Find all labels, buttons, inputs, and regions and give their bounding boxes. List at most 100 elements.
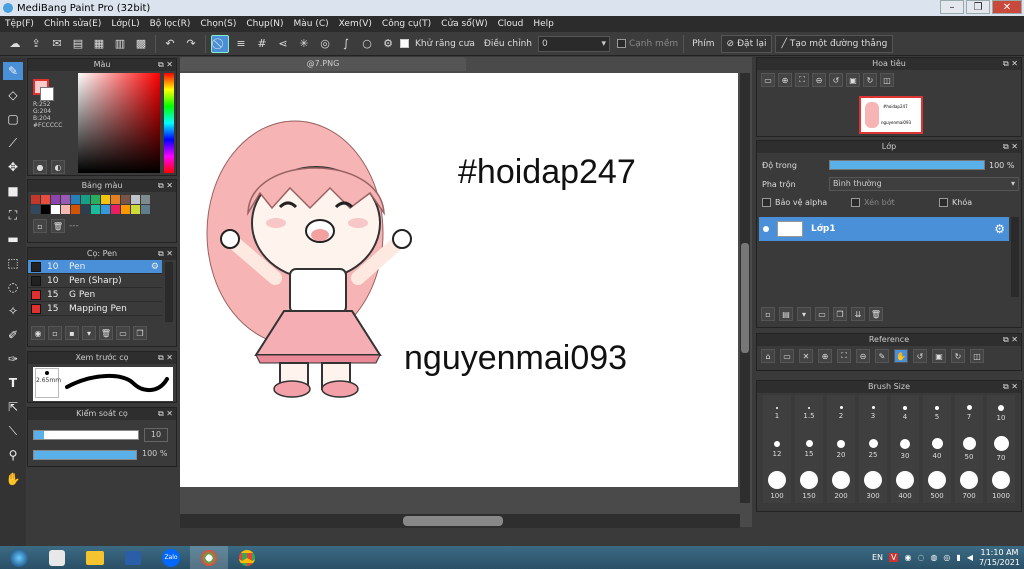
- rotate-right-icon[interactable]: ↻: [951, 349, 965, 363]
- palette-swatch[interactable]: [131, 195, 140, 204]
- explorer-icon[interactable]: [76, 546, 114, 569]
- palette-swatch[interactable]: [101, 205, 110, 214]
- nav-fit-icon[interactable]: ▭: [761, 73, 775, 87]
- palette-swatch[interactable]: [31, 205, 40, 214]
- share-icon[interactable]: ⇪: [27, 35, 45, 53]
- open-folder-icon[interactable]: ▭: [780, 349, 794, 363]
- palette-swatch[interactable]: [111, 205, 120, 214]
- brush-list-scrollbar[interactable]: [165, 262, 173, 322]
- cloud-icon[interactable]: ☁: [6, 35, 24, 53]
- adjust-select[interactable]: 0 ▾: [537, 35, 610, 52]
- brush-size-cell[interactable]: 2: [827, 395, 855, 431]
- menu-item[interactable]: Help: [528, 19, 559, 29]
- palette-swatch[interactable]: [101, 195, 110, 204]
- menu-item[interactable]: Cloud: [493, 19, 529, 29]
- new-palette-icon[interactable]: ▫: [33, 219, 47, 233]
- palette-swatch[interactable]: [91, 195, 100, 204]
- delete-palette-icon[interactable]: 🗑: [51, 219, 65, 233]
- palette-swatch[interactable]: [41, 195, 50, 204]
- zoom-in-icon[interactable]: ⊕: [818, 349, 832, 363]
- cross-snap-icon[interactable]: #: [253, 35, 271, 53]
- background-color-swatch[interactable]: [40, 87, 54, 101]
- fit-screen-icon[interactable]: ⛶: [837, 349, 851, 363]
- menu-item[interactable]: Cửa sổ(W): [436, 19, 492, 29]
- zoom-out-icon[interactable]: ⊖: [856, 349, 870, 363]
- menu-item[interactable]: Chọn(S): [195, 19, 241, 29]
- select-pen-icon[interactable]: ✐: [3, 326, 23, 344]
- note-icon[interactable]: ▦: [90, 35, 108, 53]
- brush-size-cell[interactable]: 10: [987, 395, 1015, 431]
- palette-swatch[interactable]: [141, 205, 150, 214]
- edge-checkbox[interactable]: [616, 39, 626, 48]
- volume-icon[interactable]: ◀: [967, 553, 973, 562]
- opacity-slider[interactable]: [33, 450, 137, 460]
- brush-size-cell[interactable]: 12: [763, 431, 791, 467]
- eraser-tool-icon[interactable]: ◇: [3, 86, 23, 104]
- blur-tool-icon[interactable]: ⟋: [3, 134, 23, 152]
- operation-tool-icon[interactable]: ⇱: [3, 398, 23, 416]
- brush-size-cell[interactable]: 200: [827, 467, 855, 503]
- select-tool-icon[interactable]: ⬚: [3, 254, 23, 272]
- menu-item[interactable]: Chỉnh sửa(E): [39, 19, 106, 29]
- menu-item[interactable]: Chụp(N): [241, 19, 288, 29]
- parallel-snap-icon[interactable]: ≡: [232, 35, 250, 53]
- brush-size-cell[interactable]: 1.5: [795, 395, 823, 431]
- brush-duplicate-icon[interactable]: ❐: [133, 326, 147, 340]
- brush-size-cell[interactable]: 7: [955, 395, 983, 431]
- panel-controls[interactable]: ⧉ ✕: [1003, 334, 1018, 346]
- panel-controls[interactable]: ⧉ ✕: [158, 248, 173, 260]
- panel-controls[interactable]: ⧉ ✕: [1003, 141, 1018, 153]
- panel-controls[interactable]: ⧉ ✕: [158, 408, 173, 420]
- magic-wand-icon[interactable]: ✧: [3, 302, 23, 320]
- saturation-value-picker[interactable]: [78, 73, 160, 173]
- rotate-left-icon[interactable]: ↺: [829, 73, 843, 87]
- eye-icon[interactable]: [763, 226, 769, 232]
- palette-swatch[interactable]: [31, 195, 40, 204]
- blend-select[interactable]: Bình thường ▾: [829, 177, 1019, 191]
- comment-icon[interactable]: ✉: [48, 35, 66, 53]
- brush-size-cell[interactable]: 25: [859, 431, 887, 467]
- brush-size-cell[interactable]: 1: [763, 395, 791, 431]
- layer-opacity-slider[interactable]: [829, 160, 985, 170]
- brush-add-icon[interactable]: ▪: [65, 326, 79, 340]
- vertical-scrollbar[interactable]: [740, 73, 750, 503]
- brush-size-cell[interactable]: 400: [891, 467, 919, 503]
- palette-swatch[interactable]: [131, 205, 140, 214]
- circle-snap-icon[interactable]: ◎: [316, 35, 334, 53]
- brush-size-cell[interactable]: 300: [859, 467, 887, 503]
- antialias-checkbox[interactable]: [400, 39, 409, 48]
- delete-layer-icon[interactable]: 🗑: [869, 307, 883, 321]
- navigator-thumbnail[interactable]: #hoidap247 nguyenmai093: [859, 96, 923, 134]
- reset-button[interactable]: ⊘ Đặt lại: [720, 34, 773, 53]
- flip-icon[interactable]: ◫: [880, 73, 894, 87]
- grid-icon[interactable]: ▩: [132, 35, 150, 53]
- protect-alpha-checkbox[interactable]: [762, 198, 771, 207]
- brush-size-cell[interactable]: 1000: [987, 467, 1015, 503]
- actual-size-icon[interactable]: ▣: [846, 73, 860, 87]
- rotate-right-icon[interactable]: ↻: [863, 73, 877, 87]
- panel-controls[interactable]: ⧉ ✕: [158, 59, 173, 71]
- tray-icon[interactable]: ◍: [930, 553, 937, 562]
- brush-copy-icon[interactable]: ▫: [48, 326, 62, 340]
- brush-delete-icon[interactable]: 🗑: [99, 326, 113, 340]
- brush-size-cell[interactable]: 50: [955, 431, 983, 467]
- medibang-icon[interactable]: [190, 546, 228, 569]
- brush-folder-icon[interactable]: ▭: [116, 326, 130, 340]
- brush-size-cell[interactable]: 30: [891, 431, 919, 467]
- hand-icon[interactable]: ✋: [894, 349, 908, 363]
- close-button[interactable]: ✕: [992, 0, 1022, 14]
- menu-item[interactable]: Bộ lọc(R): [145, 19, 196, 29]
- brush-item[interactable]: 15 Mapping Pen: [28, 302, 162, 316]
- gear-icon[interactable]: ⚙: [151, 262, 159, 272]
- palette-swatch[interactable]: [81, 195, 90, 204]
- menu-item[interactable]: Màu (C): [289, 19, 334, 29]
- panel-controls[interactable]: ⧉ ✕: [158, 352, 173, 364]
- document-tab[interactable]: @7.PNG: [180, 57, 466, 71]
- vanish-snap-icon[interactable]: ⋖: [274, 35, 292, 53]
- layer-scrollbar[interactable]: [1011, 217, 1019, 297]
- dot-tool-icon[interactable]: ▢: [3, 110, 23, 128]
- zoom-out-icon[interactable]: ⊖: [812, 73, 826, 87]
- lasso-tool-icon[interactable]: ◌: [3, 278, 23, 296]
- bucket-tool-icon[interactable]: ⛶: [3, 206, 23, 224]
- brush-tool-icon[interactable]: ✎: [3, 62, 23, 80]
